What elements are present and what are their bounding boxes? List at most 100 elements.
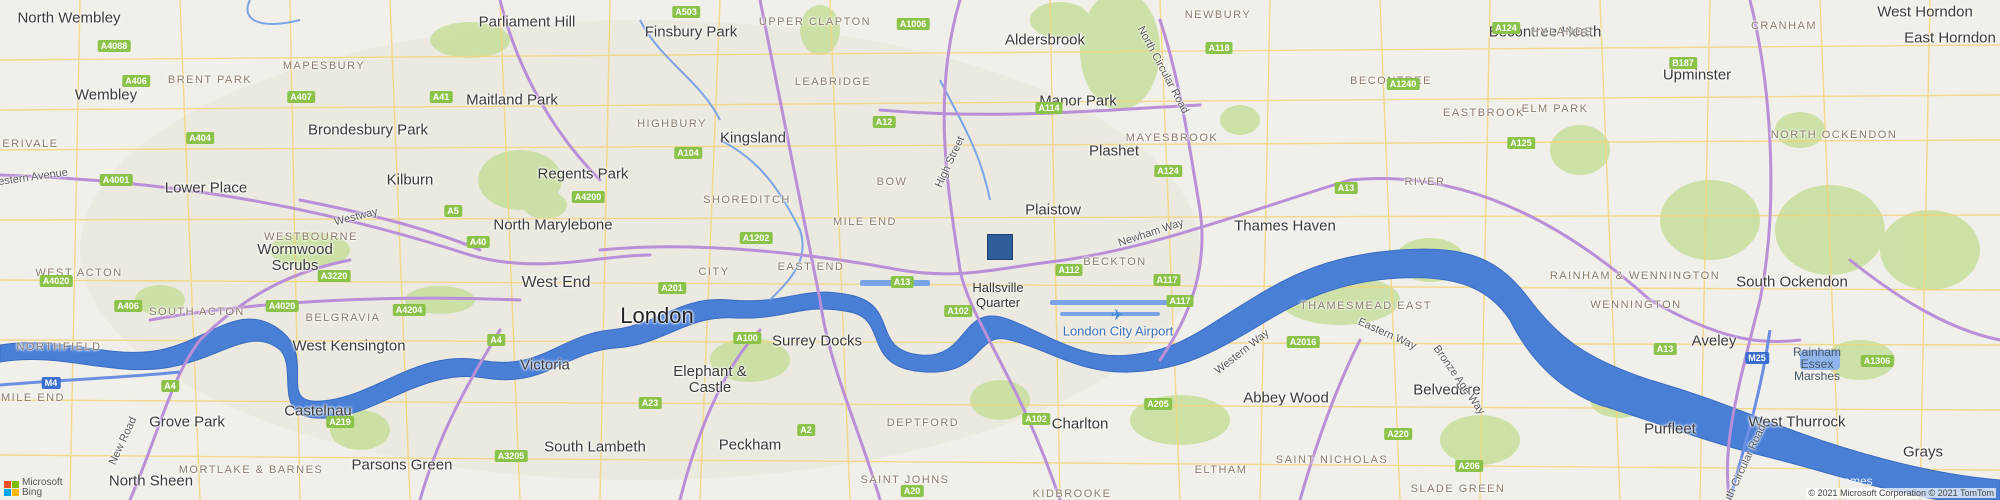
district-label: EAST END: [777, 261, 845, 273]
road-shield: A1202: [739, 232, 773, 244]
airport-label[interactable]: London City Airport: [1063, 324, 1174, 339]
place-label: South Ockendon: [1736, 273, 1848, 291]
road-shield: A13: [1653, 343, 1677, 355]
place-label: Victoria: [520, 356, 570, 374]
road-shield: A2016: [1286, 336, 1320, 348]
place-label: Brondesbury Park: [307, 121, 429, 139]
road-shield: A4: [487, 334, 505, 346]
district-label: RAINHAM & WENNINGTON: [1549, 270, 1721, 282]
district-label: MILE END: [833, 216, 897, 228]
road-shield: A220: [1384, 428, 1412, 440]
place-label: Parliament Hill: [478, 13, 576, 31]
road-shield: A1240: [1386, 78, 1420, 90]
road-shield: A503: [672, 6, 700, 18]
place-label: Elephant & Castle: [673, 363, 747, 396]
district-label: MAYESBROOK: [1125, 132, 1219, 144]
road-shield: A3205: [494, 450, 528, 462]
district-label: HIGHBURY: [637, 118, 707, 130]
place-label: Maitland Park: [466, 91, 558, 109]
district-label: THAMESMEAD EAST: [1300, 300, 1432, 312]
road-shield: A124: [1492, 22, 1520, 34]
road-shield: A206: [1455, 460, 1483, 472]
road-shield: A4088: [97, 40, 131, 52]
road-shield: A404: [186, 132, 214, 144]
road-shield: A4200: [571, 191, 605, 203]
road-shield: A23: [638, 397, 662, 409]
place-label: Plashet: [1088, 142, 1140, 160]
road-shield: A219: [326, 416, 354, 428]
district-label: SHOREDITCH: [703, 194, 791, 206]
district-label: MORTLAKE & BARNES: [178, 464, 324, 476]
road-shield: A102: [944, 305, 972, 317]
district-label: CRANHAM: [1750, 20, 1818, 32]
road-shield: A114: [1035, 102, 1063, 114]
road-shield: A13: [890, 276, 914, 288]
road-shield: A406: [114, 300, 142, 312]
place-label: Surrey Docks: [771, 332, 863, 350]
road-shield: A118: [1205, 42, 1233, 54]
road-shield: A4: [161, 380, 179, 392]
place-label: Purfleet: [1644, 420, 1696, 438]
district-label: MILE END: [1, 392, 65, 404]
road-shield: A1006: [896, 18, 930, 30]
place-label: West Kensington: [292, 337, 406, 355]
road-shield: A201: [658, 282, 686, 294]
road-shield: A12: [872, 116, 896, 128]
road-shield: A2: [797, 424, 815, 436]
map-canvas[interactable]: North Wembley Wembley Parliament Hill Fi…: [0, 0, 2000, 500]
place-label: Kilburn: [386, 171, 434, 189]
road-shield: B187: [1669, 57, 1697, 69]
road-shield: M4: [41, 377, 61, 389]
place-label: Regents Park: [537, 165, 629, 183]
road-shield: A205: [1144, 398, 1172, 410]
road-shield: A406: [122, 75, 150, 87]
district-label: MAPESBURY: [282, 60, 366, 72]
place-label: West Horndon: [1877, 3, 1973, 21]
district-label: ELTHAM: [1194, 464, 1248, 476]
road-shield: A40: [466, 236, 490, 248]
place-label: Thames Haven: [1234, 217, 1336, 235]
place-label: Grays: [1902, 443, 1944, 461]
road-shield: A117: [1153, 274, 1181, 286]
road-shield: A1306: [1860, 355, 1894, 367]
road-shield: A4001: [99, 174, 133, 186]
airplane-icon[interactable]: ✈: [1109, 308, 1125, 324]
place-label: Upminster: [1662, 66, 1732, 84]
district-label: CITY: [698, 266, 730, 278]
district-label: DEPTFORD: [886, 417, 960, 429]
road-shield: A41: [429, 91, 453, 103]
district-label: SOUTH ACTON: [149, 306, 245, 318]
district-label: BOW: [876, 176, 908, 188]
road-shield: A4020: [265, 300, 299, 312]
district-label: WENNINGTON: [1590, 299, 1682, 311]
road-shield: A100: [733, 332, 761, 344]
microsoft-logo-icon: [4, 481, 19, 496]
place-label: Plaistow: [1025, 201, 1081, 219]
road-shield: A117: [1166, 295, 1194, 307]
place-label: Aldersbrook: [1004, 31, 1086, 49]
pin-label[interactable]: Hallsville Quarter: [972, 280, 1023, 310]
road-shield: A102: [1022, 413, 1050, 425]
district-label: PERIVALE: [0, 138, 59, 150]
place-label: Lower Place: [164, 179, 248, 197]
location-pin-marker[interactable]: [987, 234, 1013, 260]
road-shield: A125: [1507, 137, 1535, 149]
microsoft-bing-logo[interactable]: Microsoft Bing: [4, 478, 63, 498]
place-label: Abbey Wood: [1243, 389, 1329, 407]
place-label: East Horndon: [1904, 29, 1996, 47]
place-label: Peckham: [718, 436, 782, 454]
copyright-notice: © 2021 Microsoft Corporation © 2021 TomT…: [1806, 488, 1996, 498]
district-label: HYLANDS: [1530, 26, 1594, 38]
logo-text-line2: Bing: [22, 487, 43, 498]
place-label: Kingsland: [720, 129, 786, 147]
district-label: EASTBROOK: [1443, 107, 1525, 119]
district-label: WESTBOURNE: [264, 231, 358, 243]
district-label: ELM PARK: [1521, 103, 1589, 115]
pin-label-line2: Quarter: [975, 295, 1021, 310]
place-label: North Marylebone: [493, 216, 613, 234]
district-label: NORTH OCKENDON: [1770, 129, 1898, 141]
road-shield: A20: [900, 485, 924, 497]
place-label: North Wembley: [17, 9, 121, 27]
place-label: Finsbury Park: [644, 23, 738, 41]
district-label: BELGRAVIA: [305, 312, 381, 324]
